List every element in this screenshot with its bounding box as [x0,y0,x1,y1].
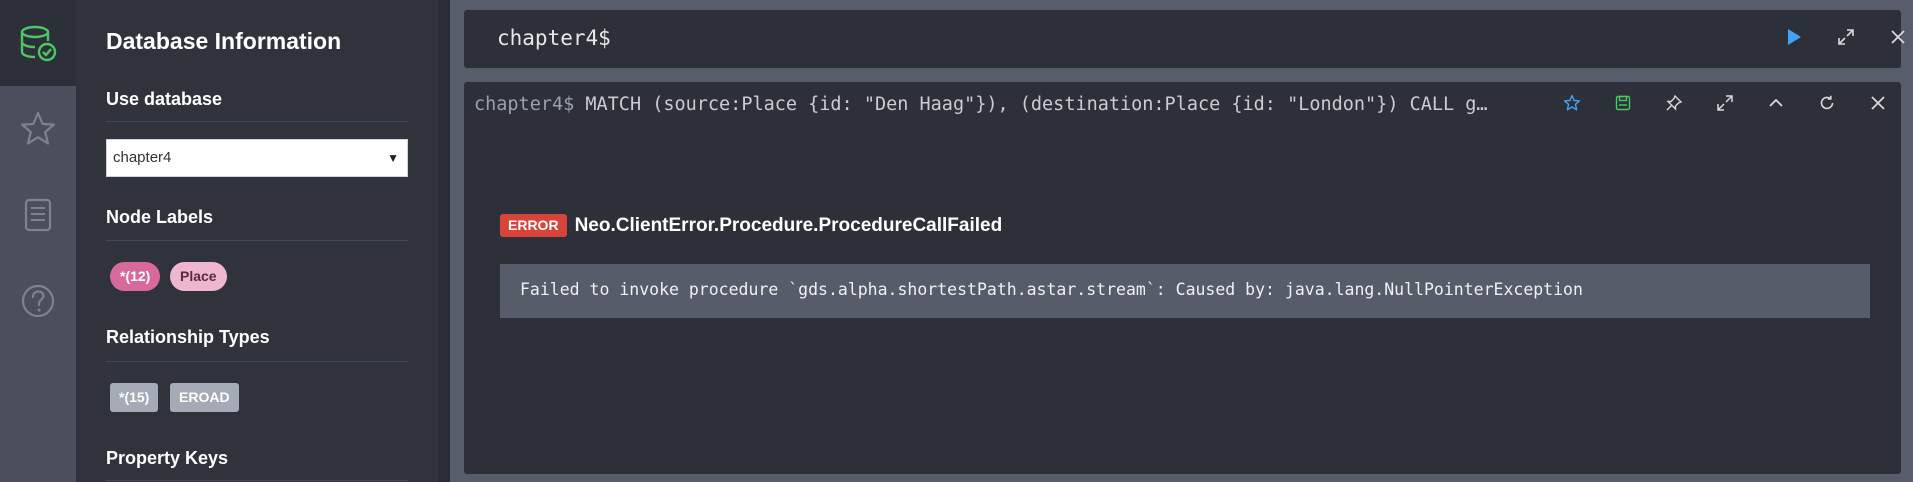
database-select-value: chapter4 [113,149,172,166]
pin-icon [1665,94,1683,117]
error-badge: ERROR [500,214,567,237]
editor-clear-button[interactable] [1884,25,1912,53]
expand-icon [1716,94,1734,117]
frame-query-text: MATCH (source:Place {id: "Den Haag"}), (… [574,94,1488,115]
star-icon [18,109,58,149]
favorites-tab[interactable] [0,86,76,172]
database-check-icon [18,23,58,63]
rerun-button[interactable] [1813,91,1841,119]
chevron-down-icon: ▼ [387,151,399,165]
database-tab[interactable] [0,0,76,86]
frame-close-button[interactable] [1864,91,1892,119]
frame-prompt: chapter4$ [474,94,575,115]
pin-button[interactable] [1660,91,1688,119]
run-button[interactable] [1780,25,1808,53]
close-icon [1869,94,1887,117]
divider [106,121,408,122]
close-icon [1889,28,1907,51]
result-frame: chapter4$ MATCH (source:Place {id: "Den … [464,82,1901,474]
divider [106,361,408,362]
relationship-type-eroad[interactable]: EROAD [170,383,239,412]
icon-rail [0,0,76,482]
documents-tab[interactable] [0,172,76,258]
query-editor[interactable]: chapter4$ [464,10,1905,68]
database-drawer: Database Information Use database chapte… [76,0,438,482]
document-icon [18,195,58,235]
database-select[interactable]: chapter4 ▼ [106,139,408,177]
node-label-place[interactable]: Place [170,262,227,291]
collapse-button[interactable] [1762,91,1790,119]
frame-fullscreen-button[interactable] [1711,91,1739,119]
chevron-up-icon [1767,94,1785,117]
star-icon [1563,94,1581,117]
divider [106,240,408,241]
expand-icon [1837,28,1855,51]
help-icon [18,281,58,321]
frame-header: chapter4$ MATCH (source:Place {id: "Den … [464,82,1901,128]
frame-query[interactable]: chapter4$ MATCH (source:Place {id: "Den … [474,94,1544,115]
divider [106,480,408,481]
error-header: ERROR Neo.ClientError.Procedure.Procedur… [500,214,1002,237]
editor-fullscreen-button[interactable] [1832,25,1860,53]
use-database-label: Use database [106,89,223,109]
error-message: Failed to invoke procedure `gds.alpha.sh… [520,280,1583,299]
error-message-box: Failed to invoke procedure `gds.alpha.sh… [500,264,1870,318]
error-code: Neo.ClientError.Procedure.ProcedureCallF… [574,214,1003,236]
node-labels-title: Node Labels [106,207,214,227]
editor-prompt[interactable]: chapter4$ [497,26,611,50]
relationship-type-all[interactable]: *(15) [110,383,159,412]
property-keys-title: Property Keys [106,448,229,468]
drawer-title: Database Information [106,28,342,54]
relationship-types-title: Relationship Types [106,327,270,347]
rerun-icon [1818,94,1836,117]
play-icon [1785,28,1803,51]
drawer-splitter[interactable] [438,0,450,482]
node-label-all[interactable]: *(12) [110,262,161,291]
save-icon [1614,94,1632,117]
help-tab[interactable] [0,258,76,344]
main-stream: chapter4$ chapter4$ MATCH (source:Place … [450,0,1913,482]
save-button[interactable] [1609,91,1637,119]
favorite-button[interactable] [1558,91,1586,119]
